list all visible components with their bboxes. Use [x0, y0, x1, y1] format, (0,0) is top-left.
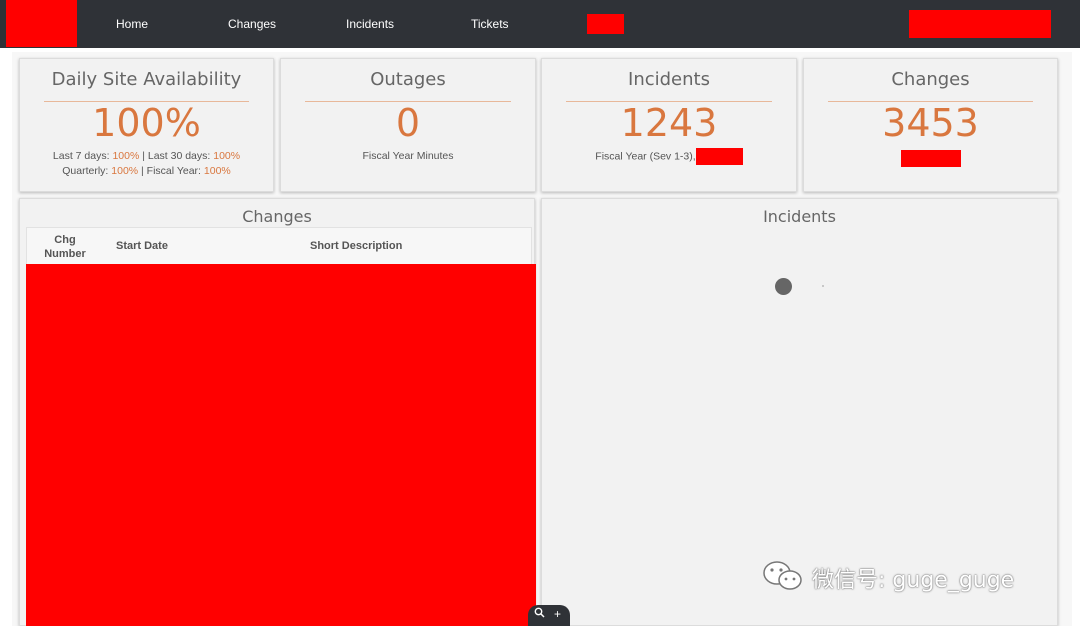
nav-item-redacted[interactable] — [587, 14, 624, 34]
incidents-panel-title: Incidents — [763, 207, 836, 226]
value-last-7-days: 100% — [112, 150, 140, 162]
redacted-text — [695, 148, 743, 165]
changes-value: 3453 — [882, 101, 979, 145]
top-nav-bar: Home Changes Incidents Tickets — [0, 0, 1080, 48]
incidents-value: 1243 — [620, 101, 718, 145]
value-last-30-days: 100% — [213, 150, 241, 162]
changes-subtitle — [804, 150, 1057, 167]
zoom-control: + — [528, 605, 570, 626]
card-title: Changes — [891, 69, 970, 90]
availability-value: 100% — [92, 101, 201, 145]
availability-line-2: Quarterly: 100% | Fiscal Year: 100% — [20, 165, 273, 177]
value-quarterly: 100% — [111, 165, 139, 177]
user-menu-redacted[interactable] — [909, 10, 1051, 38]
changes-table-body-redacted — [26, 264, 536, 626]
card-title: Outages — [370, 69, 446, 90]
redacted-text — [900, 150, 961, 167]
changes-panel-title: Changes — [242, 207, 312, 226]
loading-spinner-icon — [775, 278, 792, 295]
changes-table-header: Chg Number Start Date Short Description — [26, 227, 532, 265]
availability-line-1: Last 7 days: 100% | Last 30 days: 100% — [20, 150, 273, 162]
label-quarterly: Quarterly: — [62, 165, 112, 177]
nav-home[interactable]: Home — [116, 17, 148, 31]
label-last-7-days: Last 7 days: — [52, 150, 113, 162]
watermark: 微信号: guge_guge — [760, 558, 1060, 598]
watermark-text: 微信号: guge_guge — [812, 568, 1015, 593]
card-title: Incidents — [628, 69, 710, 90]
column-short-description[interactable]: Short Description — [310, 240, 402, 252]
incidents-subtitle-text: Fiscal Year (Sev 1-3), — [595, 150, 696, 163]
nav-tickets[interactable]: Tickets — [471, 17, 509, 31]
card-title: Daily Site Availability — [51, 69, 242, 90]
column-start-date[interactable]: Start Date — [116, 240, 168, 252]
magnifier-icon[interactable] — [534, 607, 545, 621]
logo-redacted[interactable] — [6, 0, 77, 47]
changes-card: Changes 3453 — [803, 58, 1058, 192]
value-fiscal-year: 100% — [203, 165, 231, 177]
loading-spinner-dot-icon — [822, 285, 824, 287]
outages-subtitle: Fiscal Year Minutes — [362, 150, 454, 162]
nav-incidents[interactable]: Incidents — [346, 17, 394, 31]
wechat-icon — [760, 558, 808, 594]
outages-card: Outages 0 Fiscal Year Minutes — [280, 58, 536, 192]
incidents-subtitle: Fiscal Year (Sev 1-3), — [542, 148, 796, 165]
outages-value: 0 — [395, 101, 421, 145]
incidents-card: Incidents 1243 Fiscal Year (Sev 1-3), — [541, 58, 797, 192]
availability-card: Daily Site Availability 100% Last 7 days… — [19, 58, 274, 192]
label-last-30-days: | Last 30 days: — [139, 150, 214, 162]
column-chg-number[interactable]: Chg Number — [35, 233, 95, 261]
label-fiscal-year: | Fiscal Year: — [138, 165, 204, 177]
nav-changes[interactable]: Changes — [228, 17, 276, 31]
zoom-in-button[interactable]: + — [554, 607, 561, 621]
